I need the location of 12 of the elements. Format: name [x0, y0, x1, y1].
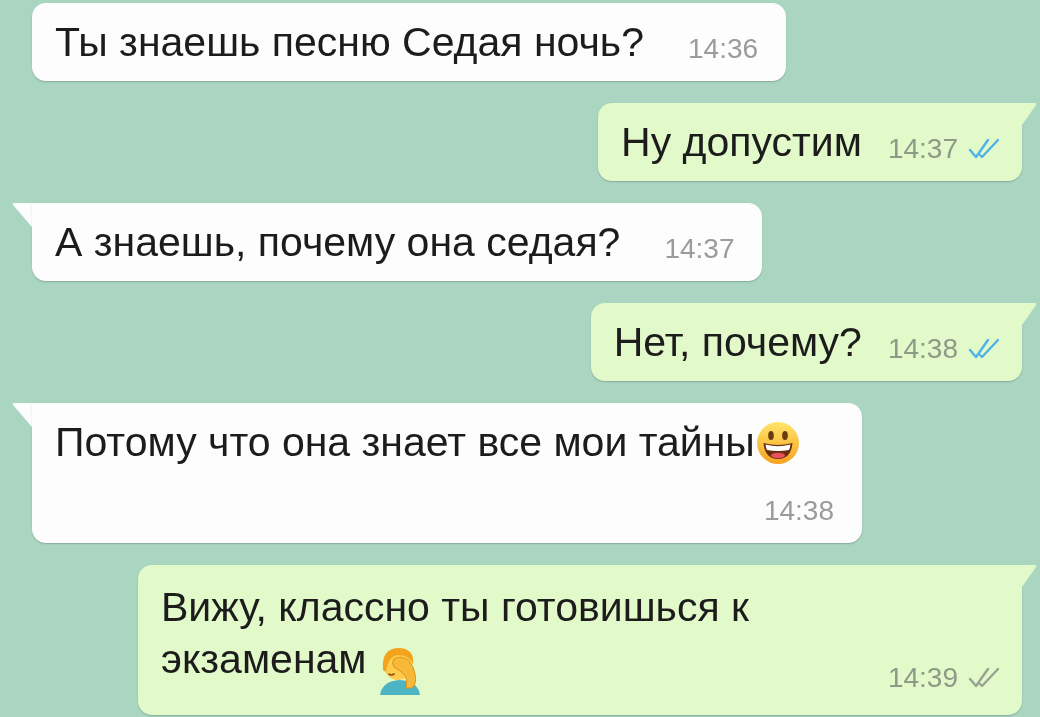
- message-text: Потому что она знает все мои тайны: [55, 419, 755, 465]
- message-time: 14:37: [887, 132, 958, 166]
- message-text: Ну допустим: [621, 119, 862, 165]
- message-text: Вижу, классно ты готовишься к экзаменам: [161, 584, 749, 682]
- message-text: Нет, почему?: [613, 319, 862, 365]
- message-time: 14:38: [887, 332, 958, 366]
- message-time: 14:39: [887, 661, 958, 695]
- message-text: А знаешь, почему она седая?: [55, 219, 621, 265]
- message-time: 14:38: [763, 494, 834, 528]
- message-time: 14:37: [664, 232, 735, 266]
- message-time: 14:36: [688, 32, 759, 66]
- message-text: Ты знаешь песню Седая ночь?: [55, 19, 644, 65]
